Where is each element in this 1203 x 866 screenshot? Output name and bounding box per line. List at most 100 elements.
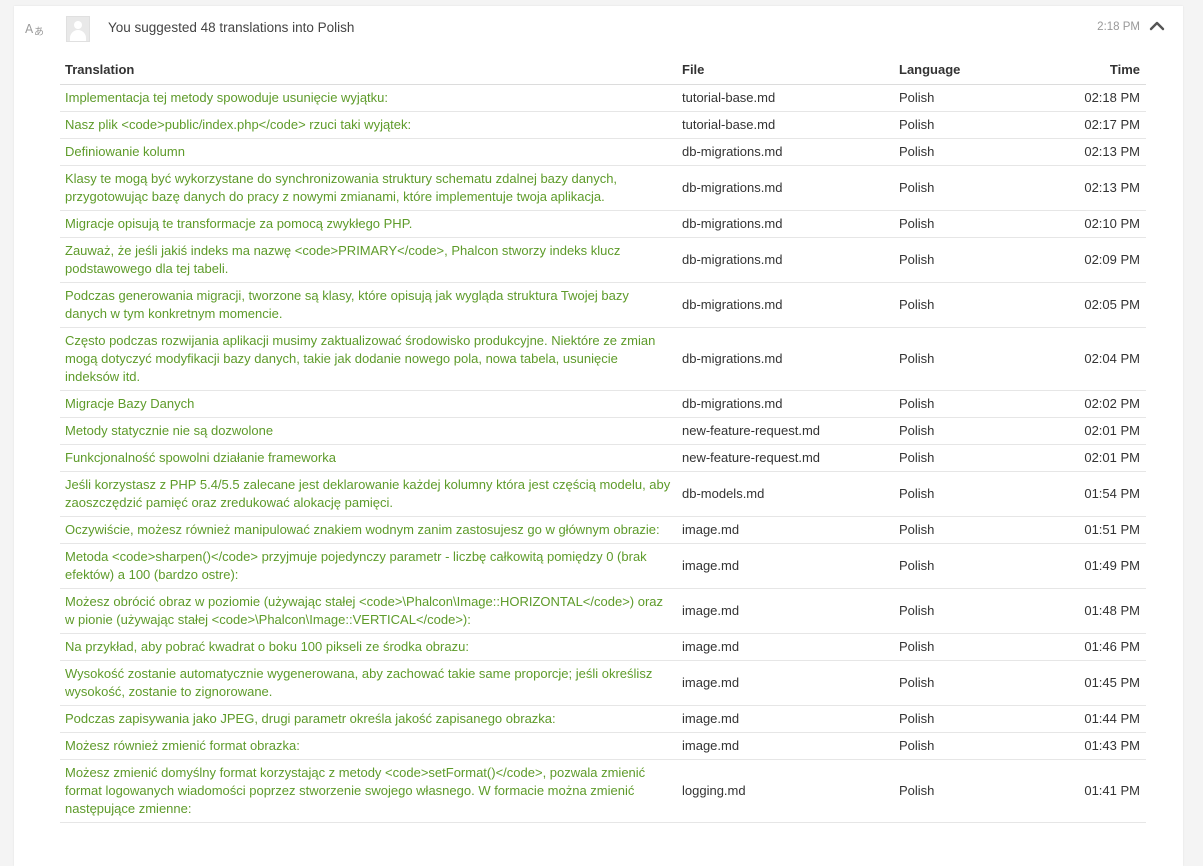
time-cell: 02:10 PM: [1034, 210, 1146, 238]
translation-link[interactable]: Implementacja tej metody spowoduje usuni…: [65, 90, 388, 105]
file-cell: new-feature-request.md: [677, 417, 894, 445]
table-row: Funkcjonalność spowolni działanie framew…: [60, 444, 1146, 472]
translation-link[interactable]: Zauważ, że jeśli jakiś indeks ma nazwę <…: [65, 243, 620, 276]
file-cell: logging.md: [677, 759, 894, 823]
translation-link[interactable]: Klasy te mogą być wykorzystane do synchr…: [65, 171, 617, 204]
file-cell: new-feature-request.md: [677, 444, 894, 472]
time-cell: 01:54 PM: [1034, 471, 1146, 517]
file-cell: tutorial-base.md: [677, 111, 894, 139]
time-cell: 02:18 PM: [1034, 84, 1146, 112]
language-cell: Polish: [894, 732, 1034, 760]
file-cell: db-migrations.md: [677, 165, 894, 211]
language-cell: Polish: [894, 138, 1034, 166]
language-cell: Polish: [894, 759, 1034, 823]
time-cell: 02:04 PM: [1034, 327, 1146, 391]
translation-link[interactable]: Możesz również zmienić format obrazka:: [65, 738, 300, 753]
language-cell: Polish: [894, 705, 1034, 733]
file-cell: db-migrations.md: [677, 237, 894, 283]
translation-link[interactable]: Podczas generowania migracji, tworzone s…: [65, 288, 629, 321]
table-row: Zauważ, że jeśli jakiś indeks ma nazwę <…: [60, 237, 1146, 283]
time-cell: 02:17 PM: [1034, 111, 1146, 139]
file-cell: image.md: [677, 516, 894, 544]
translation-link[interactable]: Migracje Bazy Danych: [65, 396, 194, 411]
translation-link[interactable]: Często podczas rozwijania aplikacji musi…: [65, 333, 655, 384]
language-cell: Polish: [894, 588, 1034, 634]
file-cell: db-models.md: [677, 471, 894, 517]
table-row: Metody statycznie nie są dozwolone new-fe…: [60, 417, 1146, 445]
time-cell: 01:45 PM: [1034, 660, 1146, 706]
table-row: Oczywiście, możesz również manipulować z…: [60, 516, 1146, 544]
table-row: Podczas zapisywania jako JPEG, drugi par…: [60, 705, 1146, 733]
table-row: Nasz plik <code>public/index.php</code> …: [60, 111, 1146, 139]
file-cell: image.md: [677, 588, 894, 634]
language-cell: Polish: [894, 390, 1034, 418]
user-avatar-icon[interactable]: [66, 16, 90, 42]
header-file: File: [677, 54, 894, 85]
translation-link[interactable]: Jeśli korzystasz z PHP 5.4/5.5 zalecane …: [65, 477, 670, 510]
table-row: Jeśli korzystasz z PHP 5.4/5.5 zalecane …: [60, 471, 1146, 517]
table-row: Podczas generowania migracji, tworzone s…: [60, 282, 1146, 328]
table-row: Migracje Bazy Danych db-migrations.md Poli…: [60, 390, 1146, 418]
language-cell: Polish: [894, 543, 1034, 589]
translation-link[interactable]: Funkcjonalność spowolni działanie framew…: [65, 450, 336, 465]
table-row: Klasy te mogą być wykorzystane do synchr…: [60, 165, 1146, 211]
language-cell: Polish: [894, 210, 1034, 238]
translation-link[interactable]: Oczywiście, możesz również manipulować z…: [65, 522, 660, 537]
translation-link[interactable]: Migracje opisują te transformacje za pom…: [65, 216, 412, 231]
time-cell: 01:43 PM: [1034, 732, 1146, 760]
table-row: Możesz również zmienić format obrazka: im…: [60, 732, 1146, 760]
time-cell: 02:13 PM: [1034, 138, 1146, 166]
translation-link[interactable]: Definiowanie kolumn: [65, 144, 185, 159]
header-language: Language: [894, 54, 1034, 85]
file-cell: image.md: [677, 732, 894, 760]
language-cell: Polish: [894, 516, 1034, 544]
language-cell: Polish: [894, 327, 1034, 391]
translation-link[interactable]: Wysokość zostanie automatycznie wygenero…: [65, 666, 652, 699]
translation-link[interactable]: Metoda <code>sharpen()</code> przyjmuje …: [65, 549, 647, 582]
translation-link[interactable]: Możesz zmienić domyślny format korzystaj…: [65, 765, 645, 816]
language-cell: Polish: [894, 111, 1034, 139]
translation-link[interactable]: Możesz obrócić obraz w poziomie (używają…: [65, 594, 663, 627]
time-cell: 02:13 PM: [1034, 165, 1146, 211]
table-row: Na przykład, aby pobrać kwadrat o boku 1…: [60, 633, 1146, 661]
file-cell: db-migrations.md: [677, 390, 894, 418]
header-time: Time: [1034, 54, 1146, 85]
table-header-row: Translation File Language Time: [60, 54, 1146, 85]
time-cell: 01:48 PM: [1034, 588, 1146, 634]
file-cell: db-migrations.md: [677, 210, 894, 238]
file-cell: image.md: [677, 633, 894, 661]
language-cell: Polish: [894, 282, 1034, 328]
translate-icon: A あ: [25, 20, 45, 38]
time-cell: 02:01 PM: [1034, 444, 1146, 472]
time-cell: 02:09 PM: [1034, 237, 1146, 283]
table-body: Implementacja tej metody spowoduje usuni…: [60, 84, 1146, 823]
table-row: Często podczas rozwijania aplikacji musi…: [60, 327, 1146, 391]
time-cell: 01:44 PM: [1034, 705, 1146, 733]
file-cell: db-migrations.md: [677, 138, 894, 166]
time-cell: 02:02 PM: [1034, 390, 1146, 418]
activity-time: 2:18 PM: [1097, 21, 1140, 33]
table-row: Możesz zmienić domyślny format korzystaj…: [60, 759, 1146, 823]
activity-card: A あ You suggested 48 translations into P…: [14, 6, 1183, 866]
chevron-up-icon[interactable]: [1147, 16, 1167, 36]
file-cell: db-migrations.md: [677, 282, 894, 328]
table-row: Wysokość zostanie automatycznie wygenero…: [60, 660, 1146, 706]
table-row: Możesz obrócić obraz w poziomie (używają…: [60, 588, 1146, 634]
translation-link[interactable]: Podczas zapisywania jako JPEG, drugi par…: [65, 711, 556, 726]
table-row: Metoda <code>sharpen()</code> przyjmuje …: [60, 543, 1146, 589]
file-cell: tutorial-base.md: [677, 84, 894, 112]
activity-header: A あ You suggested 48 translations into P…: [14, 6, 1183, 50]
translation-link[interactable]: Na przykład, aby pobrać kwadrat o boku 1…: [65, 639, 469, 654]
svg-text:A: A: [25, 22, 34, 36]
translations-table: Translation File Language Time Implement…: [60, 54, 1146, 823]
language-cell: Polish: [894, 633, 1034, 661]
file-cell: image.md: [677, 660, 894, 706]
language-cell: Polish: [894, 84, 1034, 112]
time-cell: 01:41 PM: [1034, 759, 1146, 823]
language-cell: Polish: [894, 444, 1034, 472]
activity-title: You suggested 48 translations into Polis…: [108, 20, 355, 35]
file-cell: image.md: [677, 705, 894, 733]
translation-link[interactable]: Metody statycznie nie są dozwolone: [65, 423, 273, 438]
translation-link[interactable]: Nasz plik <code>public/index.php</code> …: [65, 117, 411, 132]
file-cell: db-migrations.md: [677, 327, 894, 391]
